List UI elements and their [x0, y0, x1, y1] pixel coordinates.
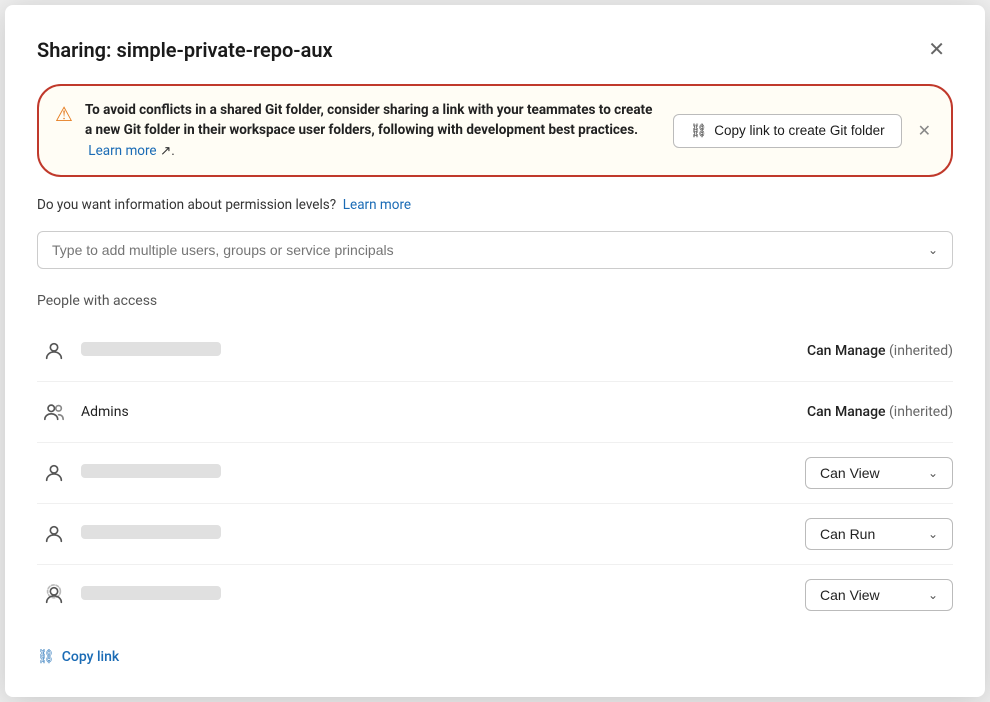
blurred-name — [81, 586, 221, 600]
group-icon — [37, 395, 71, 429]
link-chain-icon: ⛓ — [690, 123, 707, 139]
dropdown-value: Can Run — [820, 526, 875, 542]
permission-label: Can Manage (inherited) — [807, 404, 953, 420]
person-name — [81, 586, 805, 604]
chevron-down-icon: ⌄ — [928, 243, 938, 257]
table-row: Can View ⌄ — [37, 565, 953, 625]
table-row: Admins Can Manage (inherited) — [37, 382, 953, 443]
table-row: Can Run ⌄ — [37, 504, 953, 565]
person-icon — [37, 334, 71, 368]
person-name — [81, 525, 805, 543]
copy-link-footer-button[interactable]: ⛓ Copy link — [37, 649, 953, 665]
banner-close-button[interactable]: ✕ — [914, 119, 935, 143]
add-users-search-input[interactable] — [52, 242, 928, 258]
chevron-down-icon: ⌄ — [928, 588, 938, 602]
people-list: Can Manage (inherited) Admins Can Manage… — [37, 321, 953, 625]
permission-label: Can Manage (inherited) — [807, 343, 953, 359]
table-row: Can Manage (inherited) — [37, 321, 953, 382]
chevron-down-icon: ⌄ — [928, 527, 938, 541]
warning-learn-more-link[interactable]: Learn more — [88, 143, 156, 159]
blurred-name — [81, 525, 221, 539]
can-run-dropdown[interactable]: Can Run ⌄ — [805, 518, 953, 550]
warning-icon: ⚠ — [55, 102, 73, 126]
person-name-admins: Admins — [81, 404, 807, 420]
blurred-name — [81, 342, 221, 356]
warning-text: To avoid conflicts in a shared Git folde… — [85, 100, 661, 161]
table-row: Can View ⌄ — [37, 443, 953, 504]
person-name — [81, 464, 805, 482]
dropdown-value: Can View — [820, 587, 880, 603]
warning-banner: ⚠ To avoid conflicts in a shared Git fol… — [37, 84, 953, 177]
dropdown-value: Can View — [820, 465, 880, 481]
permission-info-row: Do you want information about permission… — [37, 197, 953, 213]
close-button[interactable]: ✕ — [920, 33, 953, 66]
sharing-modal: Sharing: simple-private-repo-aux ✕ ⚠ To … — [5, 5, 985, 697]
can-view-dropdown-1[interactable]: Can View ⌄ — [805, 457, 953, 489]
link-icon: ⛓ — [37, 649, 55, 665]
can-view-dropdown-2[interactable]: Can View ⌄ — [805, 579, 953, 611]
copy-link-label: Copy link — [62, 649, 119, 665]
person-icon — [37, 456, 71, 490]
copy-link-to-git-button[interactable]: ⛓ Copy link to create Git folder — [673, 114, 901, 148]
modal-title: Sharing: simple-private-repo-aux — [37, 38, 333, 62]
people-with-access-label: People with access — [37, 293, 953, 309]
warning-text-strong: To avoid conflicts in a shared Git folde… — [85, 102, 652, 138]
blurred-name — [81, 464, 221, 478]
person-icon — [37, 517, 71, 551]
modal-header: Sharing: simple-private-repo-aux ✕ — [37, 33, 953, 66]
permission-learn-more-link[interactable]: Learn more — [343, 197, 411, 213]
person-name — [81, 342, 807, 360]
person-outline-icon — [37, 578, 71, 612]
chevron-down-icon: ⌄ — [928, 466, 938, 480]
add-users-input-container[interactable]: ⌄ — [37, 231, 953, 269]
